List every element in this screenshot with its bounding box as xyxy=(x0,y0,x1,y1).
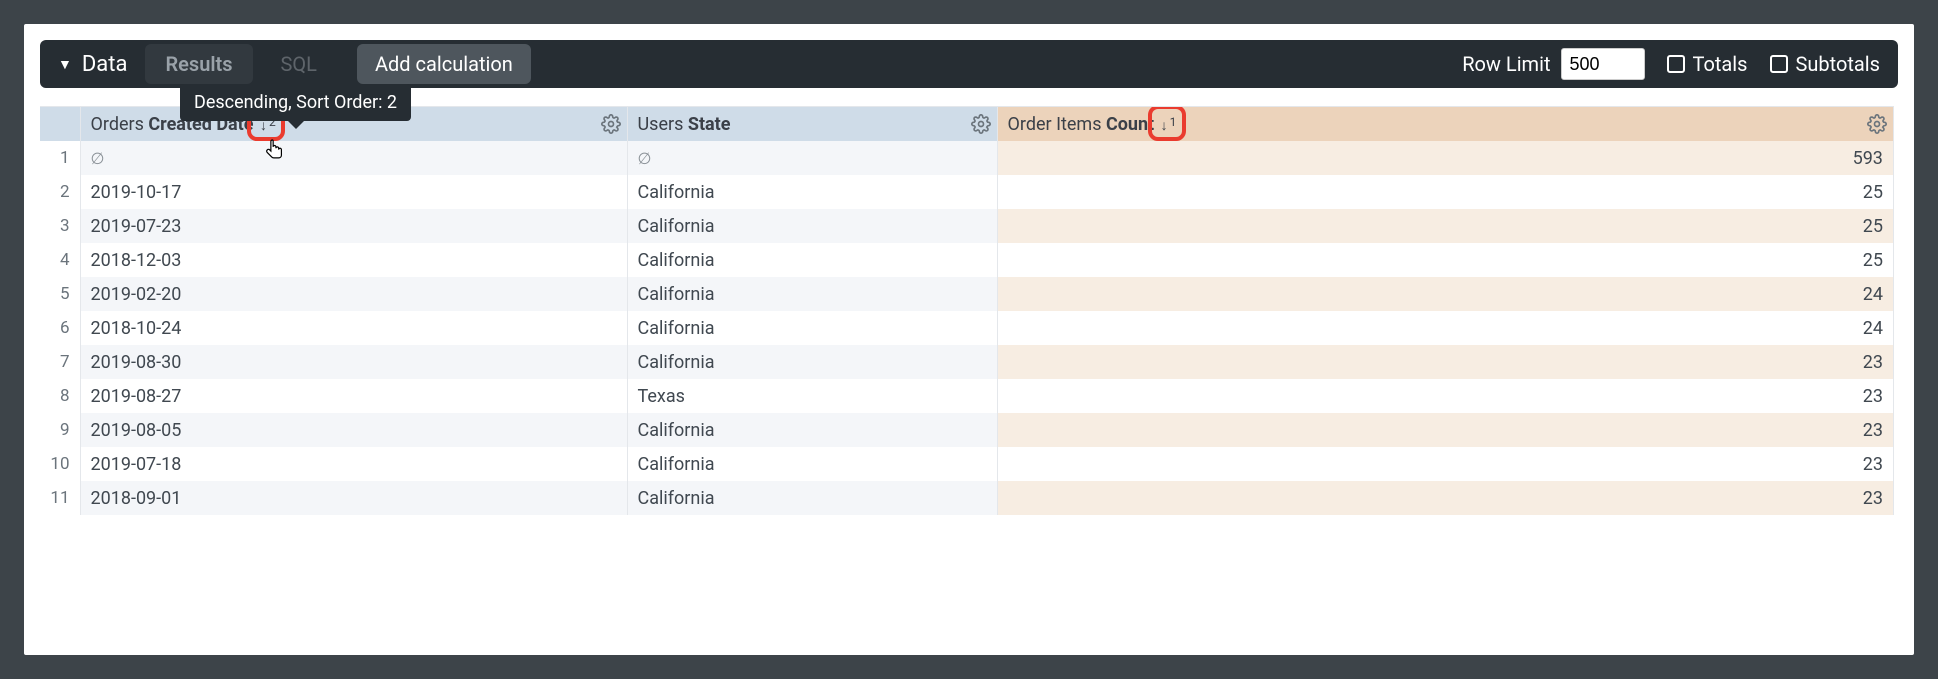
cell-count[interactable]: 25 xyxy=(997,243,1893,277)
data-section-toggle[interactable]: ▼ Data xyxy=(58,52,137,77)
cell-created-date[interactable]: 2019-07-23 xyxy=(80,209,627,243)
table-row: 22019-10-17California25 xyxy=(40,175,1893,209)
totals-label: Totals xyxy=(1693,52,1748,76)
checkbox-icon xyxy=(1770,55,1788,73)
cell-count[interactable]: 593 xyxy=(997,141,1893,175)
tab-sql[interactable]: SQL xyxy=(261,44,337,84)
cell-count[interactable]: 23 xyxy=(997,481,1893,515)
cell-state[interactable]: ∅ xyxy=(627,141,997,175)
row-number: 4 xyxy=(40,243,80,277)
cell-created-date[interactable]: 2019-02-20 xyxy=(80,277,627,311)
cell-state[interactable]: California xyxy=(627,311,997,345)
row-number: 6 xyxy=(40,311,80,345)
gear-icon[interactable] xyxy=(1867,114,1887,134)
row-number: 1 xyxy=(40,141,80,175)
sort-tooltip: Descending, Sort Order: 2 xyxy=(180,84,411,121)
results-table: Orders Created Date ↓2 Users State xyxy=(40,107,1894,515)
table-row: 32019-07-23California25 xyxy=(40,209,1893,243)
gear-icon[interactable] xyxy=(601,114,621,134)
cell-state[interactable]: California xyxy=(627,243,997,277)
results-table-wrap: Orders Created Date ↓2 Users State xyxy=(40,106,1898,655)
cell-count[interactable]: 25 xyxy=(997,209,1893,243)
cell-state[interactable]: California xyxy=(627,277,997,311)
cell-created-date[interactable]: 2019-08-05 xyxy=(80,413,627,447)
cell-created-date[interactable]: 2018-09-01 xyxy=(80,481,627,515)
sort-tooltip-text: Descending, Sort Order: 2 xyxy=(180,84,411,121)
row-number: 10 xyxy=(40,447,80,481)
cell-state[interactable]: California xyxy=(627,447,997,481)
cell-state[interactable]: California xyxy=(627,175,997,209)
cell-state[interactable]: California xyxy=(627,481,997,515)
sort-indicator-count[interactable]: ↓1 xyxy=(1161,117,1177,134)
cell-created-date[interactable]: ∅ xyxy=(80,141,627,175)
row-number: 9 xyxy=(40,413,80,447)
cell-state[interactable]: California xyxy=(627,209,997,243)
row-number: 2 xyxy=(40,175,80,209)
totals-checkbox[interactable]: Totals xyxy=(1667,52,1748,76)
row-limit-group: Row Limit xyxy=(1462,48,1644,80)
cell-count[interactable]: 23 xyxy=(997,345,1893,379)
cell-state[interactable]: California xyxy=(627,345,997,379)
table-row: 112018-09-01California23 xyxy=(40,481,1893,515)
tab-results[interactable]: Results xyxy=(145,44,252,84)
cell-count[interactable]: 23 xyxy=(997,447,1893,481)
table-row: 102019-07-18California23 xyxy=(40,447,1893,481)
row-number-header xyxy=(40,107,80,141)
row-number: 3 xyxy=(40,209,80,243)
table-row: 52019-02-20California24 xyxy=(40,277,1893,311)
table-row: 92019-08-05California23 xyxy=(40,413,1893,447)
gear-icon[interactable] xyxy=(971,114,991,134)
cell-count[interactable]: 23 xyxy=(997,379,1893,413)
cell-created-date[interactable]: 2019-07-18 xyxy=(80,447,627,481)
subtotals-checkbox[interactable]: Subtotals xyxy=(1770,52,1881,76)
add-calculation-button[interactable]: Add calculation xyxy=(357,44,531,84)
cell-count[interactable]: 23 xyxy=(997,413,1893,447)
row-number: 11 xyxy=(40,481,80,515)
cell-created-date[interactable]: 2018-12-03 xyxy=(80,243,627,277)
toolbar: ▼ Data Results SQL Add calculation Row L… xyxy=(40,40,1898,88)
row-number: 5 xyxy=(40,277,80,311)
table-row: 62018-10-24California24 xyxy=(40,311,1893,345)
checkbox-icon xyxy=(1667,55,1685,73)
cell-count[interactable]: 24 xyxy=(997,277,1893,311)
column-header-state[interactable]: Users State xyxy=(627,107,997,141)
cell-created-date[interactable]: 2019-08-27 xyxy=(80,379,627,413)
row-limit-input[interactable] xyxy=(1561,48,1645,80)
table-row: 1∅∅593 xyxy=(40,141,1893,175)
cell-created-date[interactable]: 2019-10-17 xyxy=(80,175,627,209)
cell-state[interactable]: California xyxy=(627,413,997,447)
arrow-down-icon: ↓ xyxy=(1161,117,1168,134)
data-section-label: Data xyxy=(82,52,128,77)
table-row: 42018-12-03California25 xyxy=(40,243,1893,277)
row-number: 7 xyxy=(40,345,80,379)
app-frame: ▼ Data Results SQL Add calculation Row L… xyxy=(24,24,1914,655)
cell-count[interactable]: 25 xyxy=(997,175,1893,209)
cell-state[interactable]: Texas xyxy=(627,379,997,413)
cell-created-date[interactable]: 2018-10-24 xyxy=(80,311,627,345)
table-row: 82019-08-27Texas23 xyxy=(40,379,1893,413)
row-number: 8 xyxy=(40,379,80,413)
table-row: 72019-08-30California23 xyxy=(40,345,1893,379)
cell-count[interactable]: 24 xyxy=(997,311,1893,345)
row-limit-label: Row Limit xyxy=(1462,52,1550,76)
subtotals-label: Subtotals xyxy=(1796,52,1881,76)
caret-down-icon: ▼ xyxy=(58,56,72,73)
cell-created-date[interactable]: 2019-08-30 xyxy=(80,345,627,379)
column-header-count[interactable]: Order Items Count ↓1 xyxy=(997,107,1893,141)
toolbar-right: Row Limit Totals Subtotals xyxy=(1462,48,1880,80)
